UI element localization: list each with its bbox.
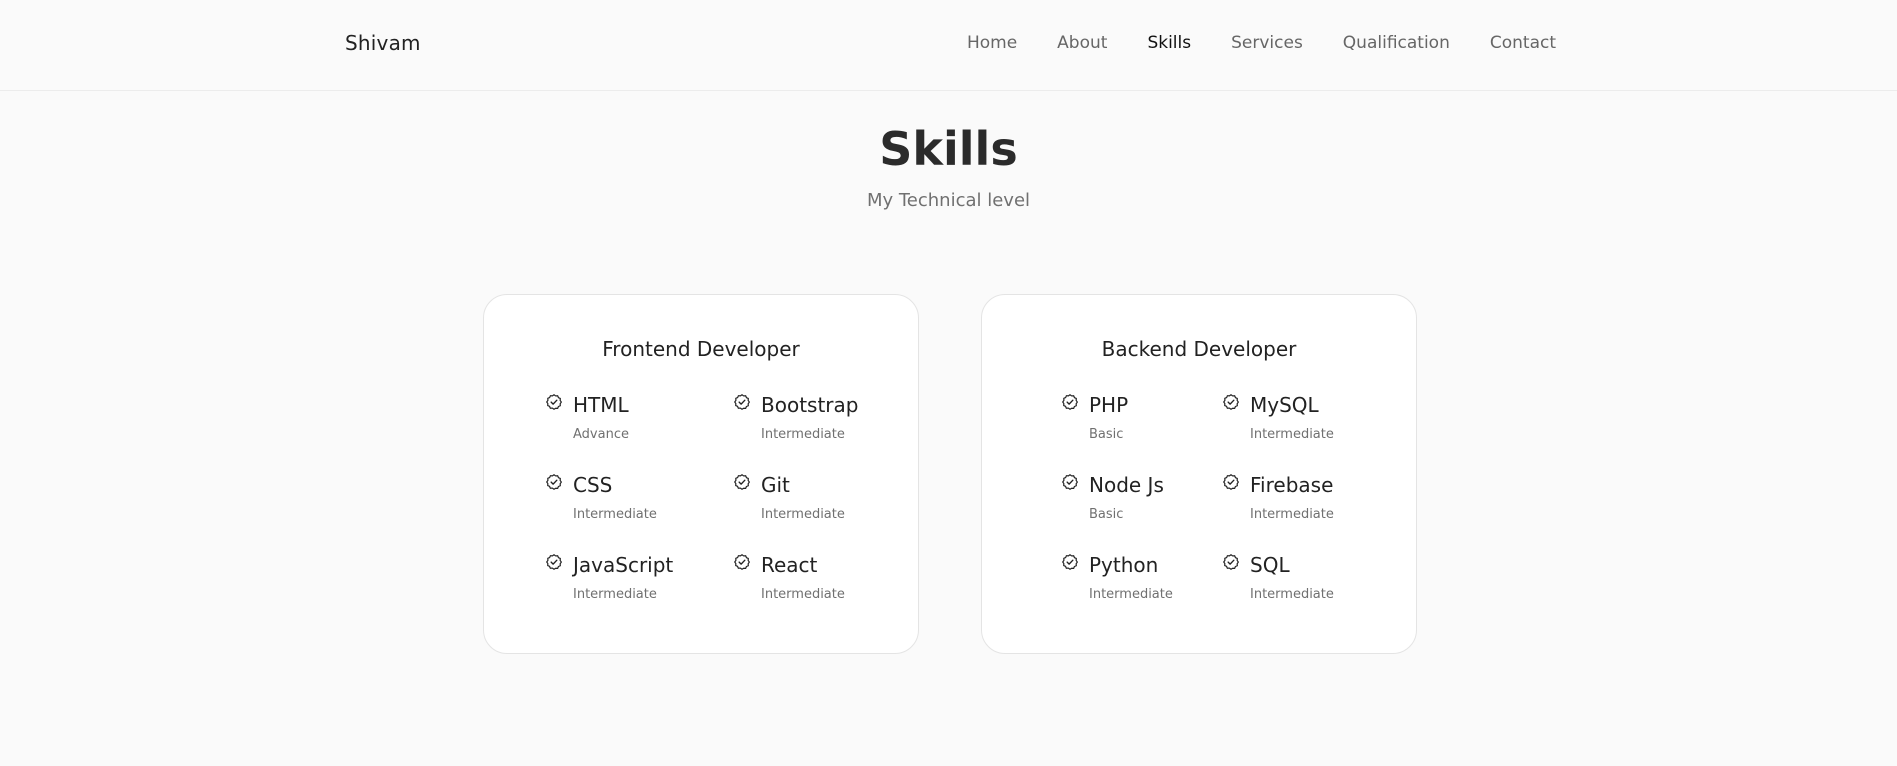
badge-check-icon: [734, 394, 750, 410]
skill-item: Bootstrap Intermediate: [733, 393, 873, 473]
skill-item: MySQL Intermediate: [1222, 393, 1352, 473]
site-logo[interactable]: Shivam: [345, 31, 421, 55]
badge-check-icon: [1062, 394, 1078, 410]
skill-level: Intermediate: [1250, 587, 1334, 602]
card-title: Frontend Developer: [602, 337, 800, 361]
skill-level: Intermediate: [761, 427, 845, 442]
site-header: Shivam Home About Skills Services Qualif…: [0, 0, 1897, 91]
skill-level: Intermediate: [573, 587, 657, 602]
skill-item: CSS Intermediate: [545, 473, 733, 553]
skill-item: HTML Advance: [545, 393, 733, 473]
skill-item: Firebase Intermediate: [1222, 473, 1352, 553]
skill-name: Node Js: [1089, 473, 1164, 497]
skill-item: React Intermediate: [733, 553, 873, 633]
skill-list: HTML Advance Bootstrap Intermediate CSS …: [545, 393, 873, 633]
card-title: Backend Developer: [1101, 337, 1297, 361]
skill-name: Bootstrap: [761, 393, 859, 417]
skill-name: Git: [761, 473, 790, 497]
skill-level: Advance: [573, 427, 629, 442]
skill-name: SQL: [1250, 553, 1290, 577]
frontend-skills-card: Frontend Developer HTML Advance Bootstra…: [483, 294, 919, 654]
main-nav: Home About Skills Services Qualification…: [967, 33, 1556, 53]
nav-link-services[interactable]: Services: [1231, 33, 1303, 53]
skill-item: PHP Basic: [1061, 393, 1222, 473]
skill-item: Node Js Basic: [1061, 473, 1222, 553]
badge-check-icon: [1062, 474, 1078, 490]
skill-level: Intermediate: [573, 507, 657, 522]
badge-check-icon: [1223, 554, 1239, 570]
skill-list: PHP Basic MySQL Intermediate Node Js Bas…: [1061, 393, 1352, 633]
badge-check-icon: [546, 554, 562, 570]
skill-level: Intermediate: [761, 587, 845, 602]
skill-name: CSS: [573, 473, 613, 497]
skill-name: Python: [1089, 553, 1159, 577]
skill-level: Intermediate: [761, 507, 845, 522]
skill-name: Firebase: [1250, 473, 1334, 497]
nav-link-about[interactable]: About: [1057, 33, 1107, 53]
skill-item: SQL Intermediate: [1222, 553, 1352, 633]
backend-skills-card: Backend Developer PHP Basic MySQL Interm…: [981, 294, 1417, 654]
badge-check-icon: [546, 394, 562, 410]
skill-level: Intermediate: [1250, 507, 1334, 522]
nav-link-home[interactable]: Home: [967, 33, 1017, 53]
badge-check-icon: [546, 474, 562, 490]
skill-item: Python Intermediate: [1061, 553, 1222, 633]
skill-name: MySQL: [1250, 393, 1319, 417]
nav-link-skills[interactable]: Skills: [1147, 33, 1191, 53]
badge-check-icon: [734, 474, 750, 490]
skill-name: JavaScript: [573, 553, 674, 577]
badge-check-icon: [1223, 474, 1239, 490]
nav-link-contact[interactable]: Contact: [1490, 33, 1556, 53]
skill-level: Intermediate: [1250, 427, 1334, 442]
badge-check-icon: [1223, 394, 1239, 410]
skill-item: Git Intermediate: [733, 473, 873, 553]
skill-name: React: [761, 553, 818, 577]
section-title: Skills: [879, 122, 1018, 176]
skill-level: Basic: [1089, 507, 1124, 522]
skill-item: JavaScript Intermediate: [545, 553, 733, 633]
skill-level: Intermediate: [1089, 587, 1173, 602]
skill-level: Basic: [1089, 427, 1124, 442]
skill-name: HTML: [573, 393, 629, 417]
badge-check-icon: [1062, 554, 1078, 570]
nav-link-qualification[interactable]: Qualification: [1343, 33, 1450, 53]
skill-name: PHP: [1089, 393, 1129, 417]
section-subtitle: My Technical level: [866, 190, 1031, 211]
badge-check-icon: [734, 554, 750, 570]
